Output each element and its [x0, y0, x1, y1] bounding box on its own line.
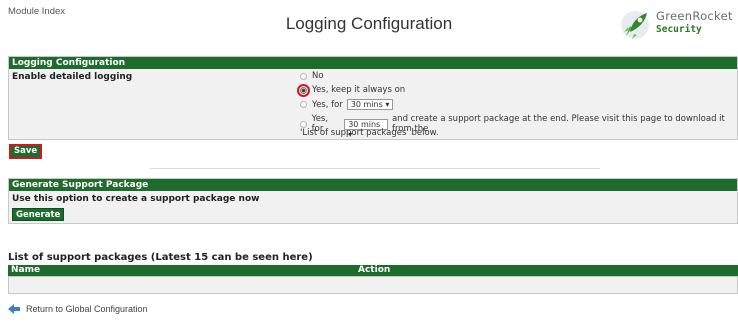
packages-table-header: Name Action — [8, 265, 738, 276]
logging-section-header: Logging Configuration — [9, 57, 737, 69]
logo-tagline: Security — [656, 24, 702, 35]
packages-table-body — [8, 276, 738, 294]
save-button[interactable]: Save — [9, 144, 43, 159]
column-action: Action — [358, 265, 391, 275]
support-section-header: Generate Support Package — [9, 179, 737, 191]
package-description-continued: 'List of support packages' below. — [300, 128, 439, 138]
logging-config-panel: Logging Configuration Enable detailed lo… — [8, 56, 738, 140]
enable-logging-label: Enable detailed logging — [12, 72, 133, 82]
package-description: and create a support package at the end.… — [391, 114, 725, 134]
package-description-2: 'List of support packages' below. — [300, 128, 439, 138]
column-name: Name — [11, 265, 41, 275]
return-link-label: Return to Global Configuration — [26, 304, 148, 314]
logo-brand-name: GreenRocket — [656, 9, 733, 23]
radio-always-on[interactable] — [297, 83, 310, 97]
option-no-label: No — [312, 71, 324, 81]
duration-select-1-value: 30 mins — [350, 100, 383, 109]
radio-for-duration-package[interactable] — [300, 120, 307, 128]
option-always-on[interactable]: Yes, keep it always on — [297, 83, 406, 97]
return-link[interactable]: Return to Global Configuration — [8, 304, 148, 314]
support-description: Use this option to create a support pack… — [12, 194, 260, 204]
radio-no[interactable] — [300, 72, 307, 80]
option-no[interactable]: No — [300, 71, 324, 81]
duration-select-1[interactable]: 30 mins ▾ — [346, 99, 394, 110]
section-divider — [150, 168, 600, 169]
option-for-label: Yes, for — [312, 99, 343, 110]
packages-list-title: List of support packages (Latest 15 can … — [8, 252, 313, 263]
greenrocket-logo: GreenRocket Security — [620, 8, 732, 42]
support-package-panel: Generate Support Package Use this option… — [8, 178, 738, 224]
radio-for-duration[interactable] — [300, 101, 307, 108]
generate-button[interactable]: Generate — [12, 208, 65, 221]
rocket-icon — [621, 11, 649, 39]
option-for-duration[interactable]: Yes, for 30 mins ▾ — [300, 99, 397, 110]
option-always-on-label: Yes, keep it always on — [312, 85, 406, 95]
back-arrow-icon — [8, 304, 20, 314]
